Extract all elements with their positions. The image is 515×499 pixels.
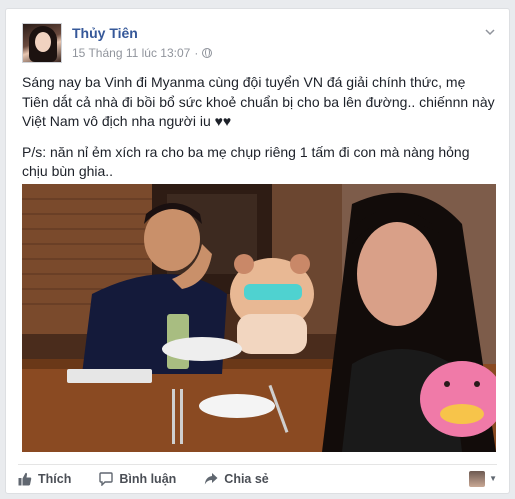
comment-label: Bình luận [119, 471, 177, 486]
post-actions-bar: Thích Bình luận Chia sẻ ▼ [18, 464, 497, 488]
photo-illustration [22, 184, 496, 452]
share-button[interactable]: Chia sẻ [204, 468, 269, 486]
post-paragraph: P/s: năn nỉ ẻm xích ra cho ba mẹ chụp ri… [22, 143, 470, 180]
chevron-down-icon[interactable] [485, 27, 495, 37]
speech-bubble-icon [99, 471, 114, 486]
meta-separator: · [194, 46, 199, 60]
globe-icon[interactable] [202, 48, 213, 58]
post-header: Thủy Tiên 15 Tháng 11 lúc 13:07 · [18, 21, 497, 65]
avatar-face [35, 32, 51, 52]
share-label: Chia sẻ [224, 471, 269, 486]
post-body: Sáng nay ba Vinh đi Myanma cùng đội tuyể… [22, 73, 495, 193]
post-photo[interactable] [22, 184, 496, 452]
post-card: Thủy Tiên 15 Tháng 11 lúc 13:07 · Sáng n… [5, 8, 510, 494]
actor-selector[interactable]: ▼ [469, 467, 497, 487]
like-label: Thích [38, 471, 72, 486]
like-button[interactable]: Thích [18, 468, 71, 486]
share-arrow-icon [205, 472, 218, 484]
comment-button[interactable]: Bình luận [99, 468, 176, 486]
author-avatar[interactable] [22, 23, 62, 63]
caret-down-icon: ▼ [489, 474, 497, 483]
post-timestamp[interactable]: 15 Tháng 11 lúc 13:07 [72, 46, 190, 60]
thumbs-up-icon [18, 472, 32, 485]
post-paragraph: Sáng nay ba Vinh đi Myanma cùng đội tuyể… [22, 74, 495, 129]
post-meta: 15 Tháng 11 lúc 13:07 · [72, 46, 213, 60]
viewer-avatar [469, 470, 486, 487]
author-name[interactable]: Thủy Tiên [72, 25, 138, 41]
